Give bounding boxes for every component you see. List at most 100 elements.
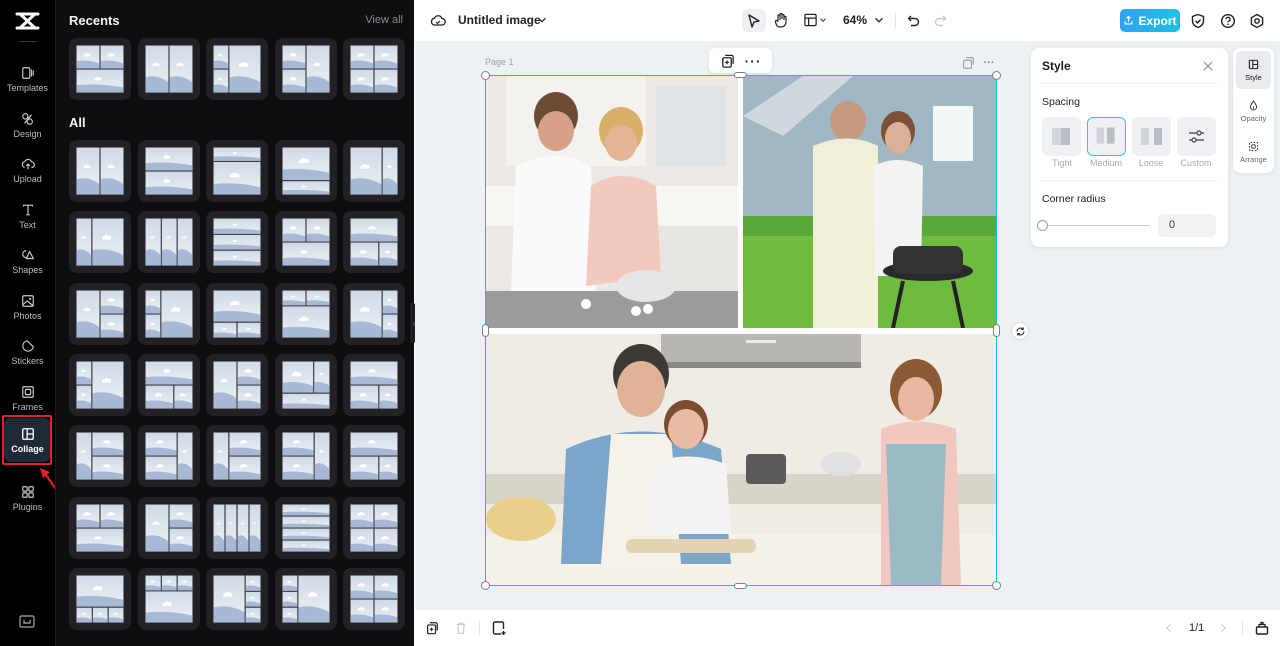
collage-photo-bbq-couple[interactable] [743,76,997,328]
collage-layout-tile[interactable] [69,282,131,345]
recent-layout-tile[interactable] [137,38,200,100]
resize-handle-left[interactable] [482,324,489,337]
recent-layout-tile[interactable] [343,38,405,100]
recent-layout-tile[interactable] [206,38,268,100]
more-options-icon[interactable]: ··· [745,53,761,69]
collage-photo-family-baking[interactable] [486,334,997,586]
corner-radius-slider-knob[interactable] [1037,220,1048,231]
collage-layout-tile[interactable] [343,140,405,202]
resize-handle-bottom-left[interactable] [481,581,490,590]
collage-layout-tile[interactable] [274,353,337,416]
settings-button[interactable] [1248,12,1265,29]
document-title[interactable]: Untitled image [458,13,541,27]
page-copy-button[interactable] [961,56,975,70]
undo-button[interactable] [905,12,922,29]
view-all-link[interactable]: View all [365,14,403,26]
collage-layout-tile[interactable] [343,567,405,630]
title-chevron-down-icon[interactable] [535,13,549,27]
rail-item-text[interactable]: Text [4,194,51,238]
collage-layout-tile[interactable] [69,140,131,202]
rail-item-upload[interactable]: Upload [4,148,51,192]
collage-layout-tile[interactable] [137,282,200,345]
rail-item-frames[interactable]: Frames [4,376,51,420]
zoom-chevron-down-icon[interactable] [872,13,886,27]
export-button[interactable]: Export [1120,9,1180,32]
recent-layout-tile[interactable] [69,38,131,100]
spacing-option-tight[interactable] [1042,117,1081,156]
page-manager-button[interactable] [1254,620,1270,636]
collage-layout-tile[interactable] [274,282,337,345]
collage-layout-tile[interactable] [69,353,131,416]
collage-layout-tile[interactable] [137,496,200,559]
duplicate-page-button[interactable] [720,53,735,68]
duplicate-page-bottom-button[interactable] [425,621,439,635]
select-tool-button[interactable] [742,9,766,32]
page-canvas[interactable] [486,76,997,586]
bottom-divider [1242,621,1243,635]
collage-layout-tile[interactable] [274,211,337,274]
resize-handle-right[interactable] [993,324,1000,337]
delete-page-button[interactable] [454,621,468,635]
collage-layout-tile[interactable] [69,425,131,488]
collage-layout-tile[interactable] [137,567,200,630]
collage-layout-tile[interactable] [343,425,405,488]
cloud-save-icon[interactable] [429,12,447,30]
side-tab-style[interactable]: Style [1236,51,1271,89]
shield-button[interactable] [1189,12,1206,29]
collage-layout-tile[interactable] [206,567,268,630]
add-page-icon[interactable] [491,620,507,636]
collage-layout-tile[interactable] [69,211,131,274]
spacing-option-medium[interactable] [1087,117,1126,156]
help-button[interactable] [1219,12,1236,29]
collage-layout-tile[interactable] [343,282,405,345]
rail-item-shapes[interactable]: Shapes [4,239,51,283]
prev-page-button[interactable] [1163,621,1175,635]
next-page-button[interactable] [1217,621,1229,635]
corner-radius-input[interactable]: 0 [1158,214,1216,237]
collage-layout-tile[interactable] [137,425,200,488]
collage-layout-tile[interactable] [274,496,337,559]
resize-handle-top-right[interactable] [992,71,1001,80]
rotate-button[interactable] [1012,323,1028,339]
collage-layout-tile[interactable] [137,140,200,202]
hand-tool-button[interactable] [772,11,790,29]
collage-layout-tile[interactable] [206,140,268,202]
collage-layout-tile[interactable] [69,567,131,630]
resize-handle-top-left[interactable] [481,71,490,80]
keyboard-shortcuts-icon[interactable] [19,615,35,629]
capcut-logo-icon[interactable] [14,10,41,32]
collage-layout-tile[interactable] [137,211,200,274]
corner-radius-slider-track[interactable] [1047,225,1150,226]
spacing-option-custom[interactable] [1177,117,1216,156]
collage-layout-tile[interactable] [206,425,268,488]
resize-handle-bottom[interactable] [734,583,747,589]
recent-layout-tile[interactable] [274,38,337,100]
spacing-option-loose[interactable] [1132,117,1171,156]
collage-layout-tile[interactable] [343,353,405,416]
zoom-level[interactable]: 64% [843,13,867,27]
collage-layout-tile[interactable] [206,353,268,416]
collage-layout-tile[interactable] [274,140,337,202]
rail-item-templates[interactable]: Templates [4,57,51,101]
rail-item-photos[interactable]: Photos [4,285,51,329]
collage-layout-tile[interactable] [69,496,131,559]
collage-layout-tile[interactable] [274,567,337,630]
side-tab-opacity[interactable]: Opacity [1236,92,1271,130]
side-tab-arrange[interactable]: Arrange [1236,133,1271,171]
collage-layout-tile[interactable] [206,496,268,559]
collage-layout-tile[interactable] [343,496,405,559]
rail-item-stickers[interactable]: Stickers [4,330,51,374]
page-more-icon[interactable]: ··· [982,56,996,70]
resize-handle-top[interactable] [734,72,747,78]
collage-layout-tile[interactable] [206,282,268,345]
collage-photo-kitchen-couple[interactable] [486,76,738,328]
collage-layout-tile[interactable] [343,211,405,274]
redo-button[interactable] [931,12,948,29]
resize-handle-bottom-right[interactable] [992,581,1001,590]
rail-item-design[interactable]: Design [4,103,51,147]
collage-layout-tile[interactable] [274,425,337,488]
collage-layout-tile[interactable] [206,211,268,274]
layout-tool-button[interactable] [800,11,830,29]
close-icon[interactable] [1201,59,1215,73]
collage-layout-tile[interactable] [137,353,200,416]
